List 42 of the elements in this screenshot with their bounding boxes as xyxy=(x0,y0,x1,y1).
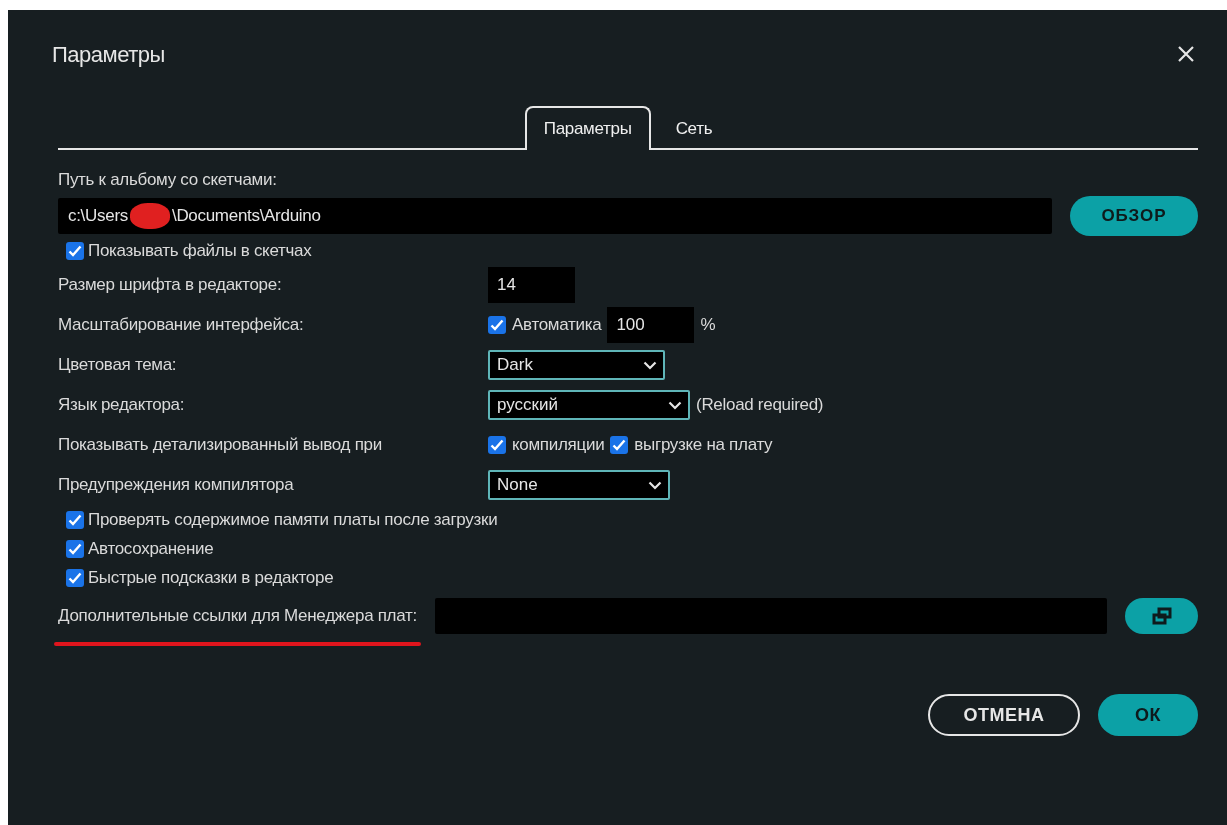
ok-button[interactable]: ОК xyxy=(1098,694,1198,736)
checkbox-label: выгрузке на плату xyxy=(634,435,773,455)
dialog-title: Параметры xyxy=(52,42,165,68)
unit-label: % xyxy=(700,315,716,335)
checkbox[interactable] xyxy=(488,316,506,334)
setting-label: Язык редактора: xyxy=(58,395,185,415)
checkbox-label: Автосохранение xyxy=(88,538,214,559)
urls-field[interactable] xyxy=(434,598,1107,634)
open-window-button[interactable] xyxy=(1125,598,1198,634)
checkbox[interactable] xyxy=(66,539,84,558)
scale-field[interactable]: 100 xyxy=(607,307,695,343)
checkbox-label: Проверять содержимое памяти платы после загрузки xyxy=(88,509,498,530)
checkbox-label: Показывать файлы в скетчах xyxy=(88,240,312,261)
sketchbook-path-field[interactable]: c:\Users \Documents\Arduino xyxy=(58,198,1052,234)
checkbox-label: Быстрые подсказки в редакторе xyxy=(88,567,334,588)
chevron-down-icon xyxy=(642,360,657,370)
checkbox[interactable] xyxy=(66,510,84,529)
windows-icon xyxy=(1150,607,1173,625)
setting-label: Цветовая тема: xyxy=(58,355,177,375)
setting-label: Масштабирование интерфейса: xyxy=(58,315,304,335)
cancel-button[interactable]: ОТМЕНА xyxy=(928,694,1080,736)
checkbox[interactable] xyxy=(66,568,84,587)
setting-label: Размер шрифта в редакторе: xyxy=(58,275,282,295)
setting-label: Путь к альбому со скетчами: xyxy=(58,170,278,190)
chevron-down-icon xyxy=(647,480,662,490)
checkbox-label: компиляции xyxy=(512,435,605,455)
checkbox[interactable] xyxy=(488,436,506,454)
checkbox[interactable] xyxy=(610,436,629,454)
tab[interactable]: Сеть xyxy=(656,106,732,150)
setting-label: Дополнительные ссылки для Менеджера плат: xyxy=(58,606,417,626)
dropdown[interactable]: None xyxy=(488,470,670,500)
tab[interactable]: Параметры xyxy=(524,106,651,150)
chevron-down-icon xyxy=(668,400,682,410)
dropdown[interactable]: русский xyxy=(488,390,690,420)
checkbox[interactable] xyxy=(66,241,84,260)
checkbox-label: Автоматика xyxy=(512,315,602,335)
dropdown[interactable]: Dark xyxy=(488,350,665,380)
setting-label: Предупреждения компилятора xyxy=(58,475,294,495)
setting-label: Показывать детализированный вывод при xyxy=(58,435,382,455)
font-size-field[interactable]: 14 xyxy=(488,267,575,303)
note-text: (Reload required) xyxy=(696,395,824,415)
browse-button[interactable]: ОБЗОР xyxy=(1070,196,1198,236)
